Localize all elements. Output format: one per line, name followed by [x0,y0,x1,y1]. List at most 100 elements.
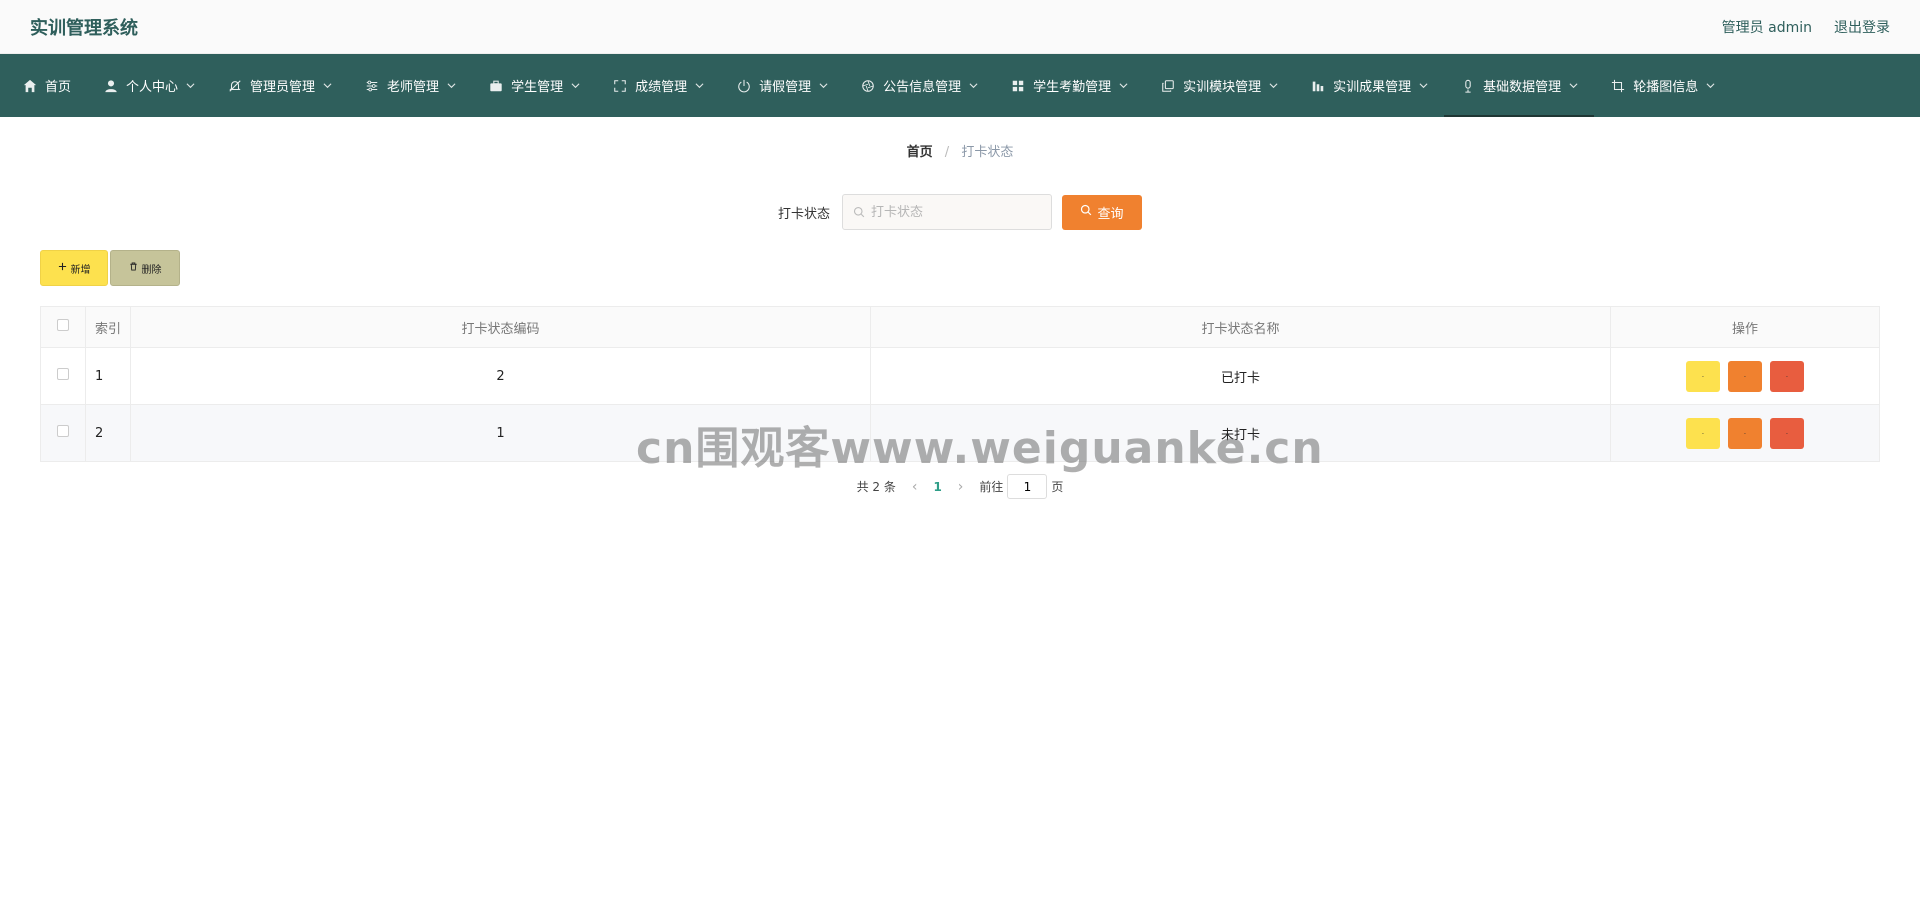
goto-page-input[interactable] [1007,474,1048,499]
nav-item-label: 管理员管理 [250,80,316,95]
nav-item-notice[interactable]: 公告信息管理 [844,54,994,117]
breadcrumb: 首页 / 打卡状态 [0,141,1920,160]
select-all-checkbox[interactable] [57,319,69,331]
nav-item-label: 首页 [45,80,72,95]
row-delete-button[interactable]: · [1770,360,1804,392]
sliders-icon [364,78,380,94]
nav-item-student[interactable]: 学生管理 [472,54,596,117]
table-row: 1 2 已打卡 · · · [40,347,1880,405]
bell-off-icon [227,78,243,94]
power-icon [736,78,752,94]
home-icon [22,78,38,94]
chart-icon [1310,78,1326,94]
nav-item-admin[interactable]: 管理员管理 [211,54,348,117]
row-name: 未打卡 [870,404,1611,462]
page-number-current[interactable]: 1 [933,480,941,494]
chevron-down-icon [1568,81,1578,91]
pagination-goto: 前往 页 [979,474,1063,499]
add-button-label: 新增 [70,264,91,276]
search-label: 打卡状态 [777,206,830,222]
row-ops: · · · [1610,347,1880,405]
view-button[interactable]: · [1686,360,1720,392]
header-ops: 操作 [1610,306,1880,348]
search-bar: 打卡状态 查询 [0,194,1920,230]
chevron-right-icon[interactable]: › [958,479,964,495]
nav-item-module[interactable]: 实训模块管理 [1144,54,1294,117]
row-checkbox-cell [40,347,86,405]
nav-item-label: 学生考勤管理 [1033,80,1112,95]
nav-item-label: 基础数据管理 [1483,80,1562,95]
row-name: 已打卡 [870,347,1611,405]
top-bar: 实训管理系统 管理员 admin 退出登录 [0,0,1920,54]
nav-item-label: 个人中心 [126,80,179,95]
row-delete-button[interactable]: · [1770,417,1804,449]
nav-item-leave[interactable]: 请假管理 [720,54,844,117]
nav-item-carousel[interactable]: 轮播图信息 [1594,54,1731,117]
breadcrumb-separator: / [944,145,950,160]
row-index: 1 [85,347,131,405]
plus-icon [58,262,67,274]
nav-item-label: 公告信息管理 [883,80,962,95]
aperture-icon [860,78,876,94]
user-icon [103,78,119,94]
chevron-left-icon[interactable]: ‹ [912,479,918,495]
chevron-down-icon [1268,81,1278,91]
nav-item-label: 实训模块管理 [1183,80,1262,95]
nav-item-profile[interactable]: 个人中心 [87,54,211,117]
copy-icon [1160,78,1176,94]
search-icon [1080,204,1092,220]
user-label[interactable]: 管理员 admin [1722,17,1812,37]
view-button[interactable]: · [1686,417,1720,449]
row-ops: · · · [1610,404,1880,462]
chevron-down-icon [694,81,704,91]
nav-item-teacher[interactable]: 老师管理 [348,54,472,117]
chevron-down-icon [570,81,580,91]
nav-item-label: 轮播图信息 [1633,80,1699,95]
chevron-down-icon [1705,81,1715,91]
chevron-down-icon [1118,81,1128,91]
briefcase-icon [488,78,504,94]
row-code: 2 [130,347,871,405]
pagination: 共 2 条 ‹ 1 › 前往 页 [0,474,1920,499]
chevron-down-icon [968,81,978,91]
query-button[interactable]: 查询 [1062,194,1142,230]
search-input[interactable] [871,204,1041,220]
nav-item-basic-data[interactable]: 基础数据管理 [1444,54,1595,117]
row-checkbox-cell [40,404,86,462]
delete-button-label: 删除 [141,264,162,276]
table-header-row: 索引 打卡状态编码 打卡状态名称 操作 [40,306,1880,348]
nav-item-label: 学生管理 [511,80,564,95]
main-nav: 首页 个人中心 管理员管理 老师管理 学生管理 成绩管理 请假管理 公告信息管理… [0,54,1920,117]
top-right-links: 管理员 admin 退出登录 [1722,17,1890,37]
nav-item-attendance[interactable]: 学生考勤管理 [994,54,1144,117]
chevron-down-icon [446,81,456,91]
goto-prefix: 前往 [979,480,1004,494]
nav-item-results[interactable]: 实训成果管理 [1294,54,1444,117]
row-checkbox[interactable] [57,368,69,380]
search-icon [853,203,865,222]
add-button[interactable]: 新增 [40,250,108,286]
nav-item-label: 请假管理 [759,80,812,95]
logout-link[interactable]: 退出登录 [1834,17,1890,37]
pagination-total: 共 2 条 [856,480,896,494]
breadcrumb-home[interactable]: 首页 [907,145,933,160]
edit-button[interactable]: · [1728,417,1762,449]
goto-suffix: 页 [1051,480,1064,494]
header-name: 打卡状态名称 [870,306,1611,348]
chevron-down-icon [818,81,828,91]
chevron-down-icon [185,81,195,91]
mic-icon [1460,78,1476,94]
breadcrumb-current: 打卡状态 [961,145,1014,160]
header-checkbox-cell [40,306,86,348]
action-toolbar: 新增 删除 [40,250,1920,286]
header-index: 索引 [85,306,131,348]
app-title: 实训管理系统 [30,17,138,39]
nav-item-label: 实训成果管理 [1333,80,1412,95]
nav-item-home[interactable]: 首页 [6,54,87,117]
search-box [842,194,1052,230]
delete-button[interactable]: 删除 [110,250,180,286]
nav-item-grades[interactable]: 成绩管理 [596,54,720,117]
edit-button[interactable]: · [1728,360,1762,392]
row-code: 1 [130,404,871,462]
row-checkbox[interactable] [57,425,69,437]
